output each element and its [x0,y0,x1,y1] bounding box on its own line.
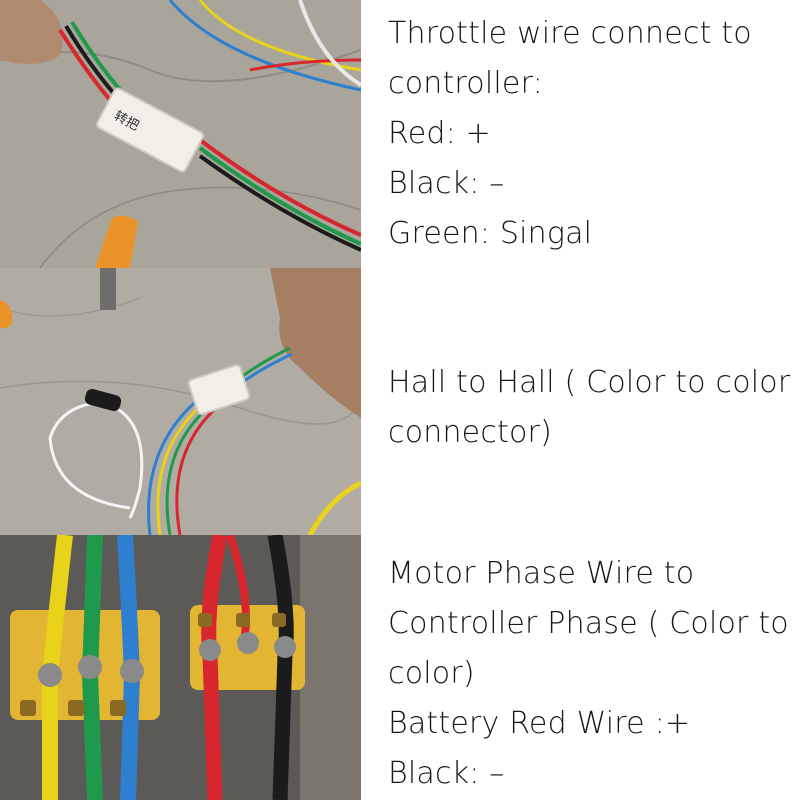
caption-line: Motor Phase Wire to [388,556,695,591]
caption-line: Green: Singal [388,216,593,251]
caption-line: Hall to Hall ( Color to color [388,365,791,400]
caption-line: Controller Phase ( Color to [388,606,789,641]
caption-line: Throttle wire connect to [388,16,752,51]
caption-line: color) [388,656,475,691]
caption-line: Black: – [388,166,505,201]
caption-line: controller: [388,66,543,101]
hall-caption: Hall to Hall ( Color to color connector) [388,358,796,458]
motor-phase-caption: Motor Phase Wire to Controller Phase ( C… [388,549,796,799]
hall-connector-photo [0,268,361,535]
caption-line: Battery Red Wire :+ [388,706,691,741]
throttle-connector-photo: 转把 [0,0,361,268]
caption-line: connector) [388,415,552,450]
throttle-caption: Throttle wire connect to controller: Red… [388,9,796,259]
motor-phase-terminal-photo [0,535,361,800]
caption-line: Red: + [388,116,491,151]
caption-line: Black: – [388,756,505,791]
